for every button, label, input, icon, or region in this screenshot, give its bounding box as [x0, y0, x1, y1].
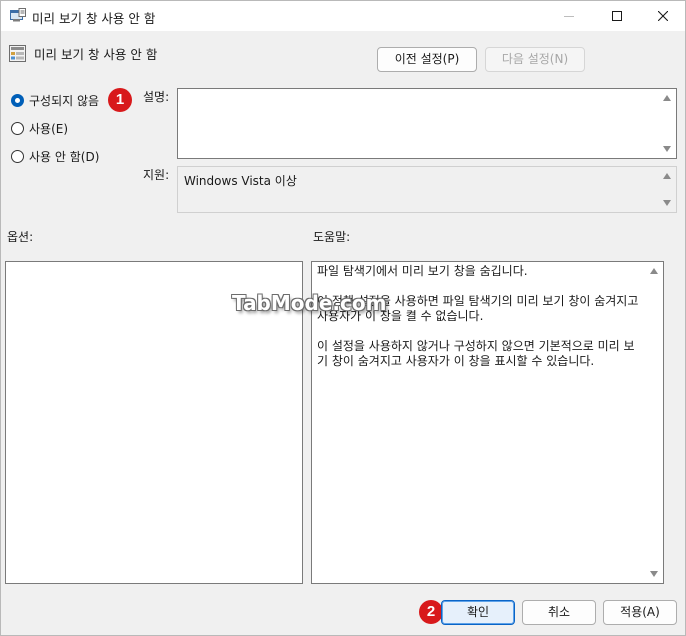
step-badge-2: 2 — [419, 600, 443, 624]
minimize-button[interactable] — [546, 1, 592, 31]
policy-setting-icon — [9, 45, 26, 62]
apply-button[interactable]: 적용(A) — [603, 600, 677, 625]
policy-title: 미리 보기 창 사용 안 함 — [34, 47, 158, 62]
next-setting-button[interactable]: 다음 설정(N) — [485, 47, 585, 72]
close-button[interactable] — [640, 1, 686, 31]
options-label: 옵션: — [7, 230, 34, 244]
close-icon — [658, 11, 668, 21]
title-bar: 미리 보기 창 사용 안 함 — [1, 1, 685, 31]
supported-scrollbar[interactable] — [659, 167, 676, 212]
previous-setting-button[interactable]: 이전 설정(P) — [377, 47, 477, 72]
ok-button[interactable]: 확인 — [441, 600, 515, 625]
step-badge-1: 1 — [108, 88, 132, 112]
comment-scrollbar[interactable] — [659, 89, 676, 158]
watermark: TabMode.com — [232, 291, 387, 315]
scroll-up-icon[interactable] — [663, 173, 671, 179]
scroll-down-icon[interactable] — [663, 200, 671, 206]
supported-label: 지원: — [143, 168, 170, 182]
window-title: 미리 보기 창 사용 안 함 — [32, 11, 156, 26]
radio-label: 구성되지 않음 — [29, 93, 100, 108]
scroll-down-icon[interactable] — [663, 146, 671, 152]
radio-indicator — [11, 93, 24, 107]
help-text: 파일 탐색기에서 미리 보기 창을 숨깁니다. 이 정책 설정을 사용하면 파일… — [317, 264, 639, 368]
supported-on-field: Windows Vista 이상 — [177, 166, 677, 213]
help-label: 도움말: — [313, 230, 351, 244]
radio-not-configured[interactable]: 구성되지 않음 — [11, 92, 99, 108]
help-scrollbar[interactable] — [646, 262, 663, 583]
scroll-up-icon[interactable] — [650, 268, 658, 274]
comment-textarea[interactable] — [177, 88, 677, 159]
policy-editor-icon — [10, 8, 26, 22]
maximize-button[interactable] — [594, 1, 640, 31]
comment-label: 설명: — [143, 90, 170, 104]
policy-dialog-window: 미리 보기 창 사용 안 함 미리 보기 창 사용 안 함 이전 설정(P) 다… — [0, 0, 686, 636]
minimize-icon — [564, 16, 574, 17]
radio-enabled[interactable]: 사용(E) — [11, 120, 68, 136]
radio-disabled[interactable]: 사용 안 함(D) — [11, 148, 99, 164]
radio-label: 사용(E) — [29, 121, 69, 136]
scroll-up-icon[interactable] — [663, 95, 671, 101]
scroll-down-icon[interactable] — [650, 571, 658, 577]
radio-label: 사용 안 함(D) — [29, 149, 100, 164]
maximize-icon — [612, 11, 622, 21]
cancel-button[interactable]: 취소 — [522, 600, 596, 625]
supported-on-value: Windows Vista 이상 — [184, 174, 297, 188]
radio-indicator — [11, 121, 24, 135]
radio-indicator — [11, 149, 24, 163]
